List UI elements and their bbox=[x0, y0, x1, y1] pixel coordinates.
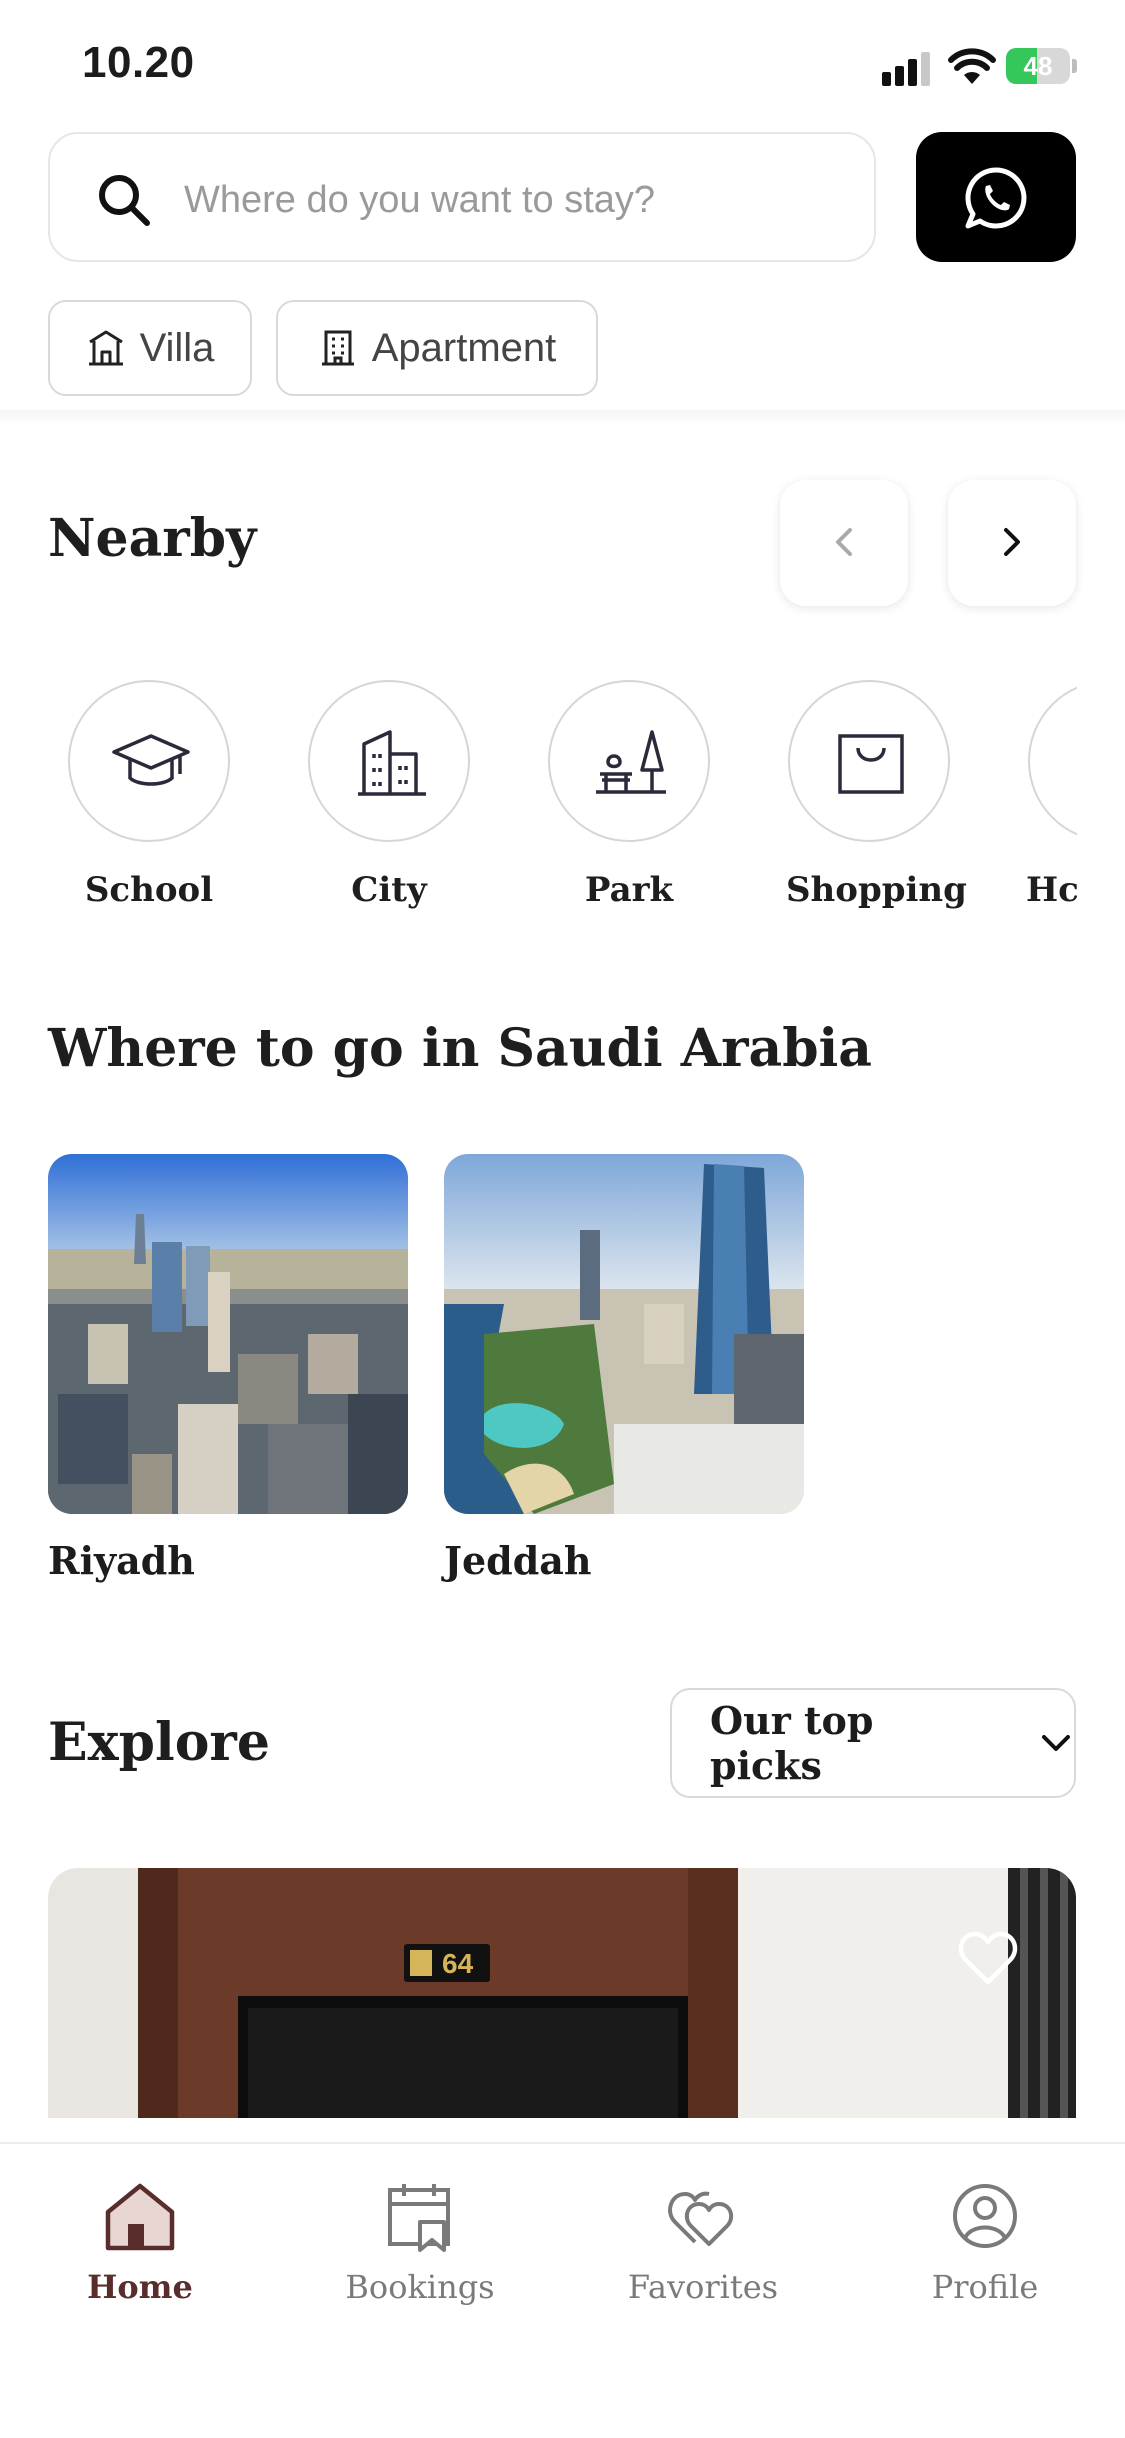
listing-photo bbox=[48, 1868, 1076, 2118]
apartment-icon bbox=[321, 330, 354, 366]
filter-chip-apartment[interactable]: Apartment bbox=[276, 300, 598, 396]
tab-home[interactable]: Home bbox=[40, 2178, 240, 2306]
filter-chip-label: Apartment bbox=[371, 325, 557, 370]
whatsapp-icon bbox=[965, 167, 1027, 229]
destinations-title: Where to go in Saudi Arabia bbox=[48, 1018, 873, 1079]
tab-label: Home bbox=[87, 2268, 193, 2306]
nearby-title: Nearby bbox=[48, 508, 257, 569]
filter-chip-villa[interactable]: Villa bbox=[48, 300, 252, 396]
chevron-down-icon bbox=[1042, 1735, 1071, 1751]
bookings-icon bbox=[388, 2184, 450, 2252]
tab-label: Bookings bbox=[345, 2268, 495, 2306]
park-icon bbox=[596, 730, 666, 794]
tab-profile[interactable]: Profile bbox=[885, 2178, 1085, 2306]
battery-icon: 48 bbox=[1006, 48, 1078, 84]
tab-label: Profile bbox=[931, 2268, 1039, 2306]
nearby-prev-button[interactable] bbox=[780, 480, 908, 606]
explore-sort-dropdown[interactable]: Our top picks bbox=[670, 1688, 1076, 1798]
destination-image-riyadh[interactable] bbox=[48, 1154, 408, 1514]
shopping-bag-icon bbox=[838, 734, 904, 794]
home-icon bbox=[105, 2183, 175, 2251]
nearby-category-city[interactable]: City bbox=[306, 680, 472, 910]
destination-label-riyadh: Riyadh bbox=[48, 1538, 195, 1583]
tab-favorites[interactable]: Favorites bbox=[603, 2178, 803, 2306]
header-divider bbox=[0, 410, 1125, 424]
search-bar[interactable] bbox=[48, 132, 876, 262]
status-time: 10.20 bbox=[82, 38, 195, 87]
explore-listing-card[interactable]: 64 bbox=[48, 1868, 1076, 2118]
explore-sort-value: Our top picks bbox=[710, 1698, 874, 1788]
favorites-icon bbox=[668, 2191, 734, 2246]
search-icon bbox=[99, 175, 150, 226]
chevron-right-icon bbox=[1004, 528, 1020, 556]
hospital-icon bbox=[1070, 722, 1077, 804]
explore-title: Explore bbox=[48, 1712, 270, 1773]
profile-icon bbox=[953, 2184, 1017, 2248]
cellular-signal-icon bbox=[882, 50, 934, 86]
favorite-heart-icon[interactable] bbox=[958, 1930, 1018, 1986]
nearby-category-shopping[interactable]: Shopping bbox=[786, 680, 967, 910]
room-number: 64 bbox=[442, 1948, 474, 1979]
chevron-left-icon bbox=[836, 528, 852, 556]
whatsapp-button[interactable] bbox=[916, 132, 1076, 262]
destination-image-jeddah[interactable] bbox=[444, 1154, 804, 1514]
filter-chip-label: Villa bbox=[139, 325, 215, 370]
nearby-category-school[interactable]: School bbox=[66, 680, 232, 910]
search-input[interactable] bbox=[182, 166, 846, 234]
tab-bookings[interactable]: Bookings bbox=[320, 2178, 520, 2306]
battery-percent: 48 bbox=[1023, 51, 1053, 81]
villa-icon bbox=[88, 330, 123, 366]
wifi-icon bbox=[948, 48, 996, 86]
nearby-category-hospital[interactable]: Hc bbox=[1026, 680, 1077, 910]
tab-label: Favorites bbox=[627, 2268, 779, 2306]
graduation-cap-icon bbox=[112, 734, 190, 786]
nearby-next-button[interactable] bbox=[948, 480, 1076, 606]
buildings-icon bbox=[358, 730, 426, 796]
nearby-category-park[interactable]: Park bbox=[546, 680, 712, 910]
destination-label-jeddah: Jeddah bbox=[444, 1538, 592, 1583]
